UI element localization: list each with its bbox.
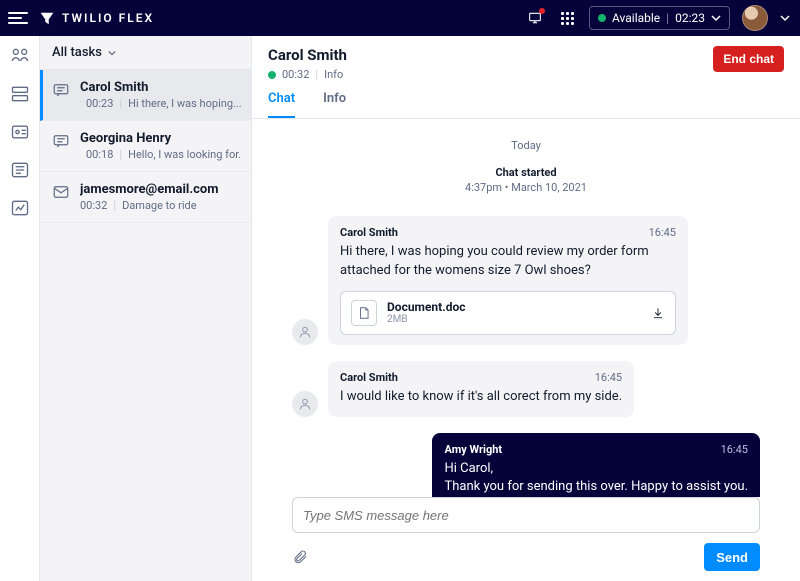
task-item[interactable]: Georgina Henry 00:18 | Hello, I was look… bbox=[40, 121, 251, 172]
chat-icon bbox=[52, 81, 70, 99]
conversation-title: Carol Smith bbox=[268, 46, 347, 64]
left-rail bbox=[0, 36, 40, 581]
task-name: jamesmore@email.com bbox=[80, 182, 218, 197]
sender-avatar-icon bbox=[292, 391, 318, 417]
file-icon bbox=[351, 300, 377, 326]
task-item[interactable]: jamesmore@email.com 00:32 | Damage to ri… bbox=[40, 172, 251, 223]
tab-info[interactable]: Info bbox=[323, 91, 346, 118]
message-text: Hi there, I was hoping you could review … bbox=[340, 243, 676, 281]
attachment[interactable]: Document.doc 2MB bbox=[340, 291, 676, 335]
menu-icon[interactable] bbox=[8, 8, 28, 28]
chat-started-time: 4:37pm • March 10, 2021 bbox=[292, 181, 760, 194]
chat-icon bbox=[52, 132, 70, 150]
task-preview: Damage to ride bbox=[122, 199, 197, 212]
conversation-panel: Carol Smith 00:32 | Info End chat Chat I… bbox=[252, 36, 800, 581]
chevron-down-icon bbox=[108, 49, 116, 57]
message-text: Hi Carol, Thank you for sending this ove… bbox=[444, 460, 748, 497]
user-menu-chevron-icon[interactable] bbox=[780, 13, 790, 23]
availability-status[interactable]: Available | 02:23 bbox=[589, 6, 730, 30]
brand-logo: TWILIO FLEX bbox=[40, 11, 154, 25]
download-icon[interactable] bbox=[651, 306, 665, 320]
monitor-icon[interactable] bbox=[525, 8, 545, 28]
status-divider: | bbox=[666, 11, 669, 25]
conversation-info-label: Info bbox=[324, 68, 343, 81]
task-list: All tasks Carol Smith 00:23 | Hi there, … bbox=[40, 36, 252, 581]
chat-started-title: Chat started bbox=[292, 166, 760, 179]
message-rx: Carol Smith 16:45 Hi there, I was hoping … bbox=[292, 216, 760, 345]
composer: Send bbox=[252, 497, 800, 581]
message-rx: Carol Smith 16:45 I would like to know if… bbox=[292, 361, 760, 417]
send-button[interactable]: Send bbox=[704, 543, 760, 571]
message-tx: Amy Wright 16:45 Hi Carol, Thank you for … bbox=[292, 433, 760, 497]
notification-dot bbox=[539, 8, 545, 14]
message-list[interactable]: Today Chat started 4:37pm • March 10, 20… bbox=[252, 119, 800, 497]
chevron-down-icon bbox=[711, 13, 721, 23]
message-sender: Amy Wright bbox=[444, 443, 502, 456]
task-preview: Hi there, I was hoping... bbox=[128, 97, 241, 110]
task-time: 00:32 bbox=[80, 199, 107, 212]
status-dot-icon bbox=[598, 14, 606, 22]
conversation-time: 00:32 bbox=[282, 68, 309, 81]
message-time: 16:45 bbox=[649, 226, 676, 239]
task-preview: Hello, I was looking for... bbox=[128, 148, 241, 161]
task-name: Georgina Henry bbox=[80, 131, 241, 146]
attachment-name: Document.doc bbox=[387, 300, 465, 314]
attachment-size: 2MB bbox=[387, 314, 465, 325]
status-time: 02:23 bbox=[675, 11, 705, 25]
message-sender: Carol Smith bbox=[340, 371, 398, 384]
rail-teams-icon[interactable] bbox=[10, 122, 30, 142]
message-time: 16:45 bbox=[595, 371, 622, 384]
user-avatar[interactable] bbox=[742, 5, 768, 31]
task-item[interactable]: Carol Smith 00:23 | Hi there, I was hopi… bbox=[40, 70, 251, 121]
rail-queues-icon[interactable] bbox=[10, 84, 30, 104]
task-name: Carol Smith bbox=[80, 80, 241, 95]
rail-agent-icon[interactable] bbox=[10, 46, 30, 66]
email-icon bbox=[52, 183, 70, 201]
task-time: 00:23 bbox=[86, 97, 113, 110]
message-time: 16:45 bbox=[721, 443, 748, 456]
sender-avatar-icon bbox=[292, 319, 318, 345]
day-divider: Today bbox=[292, 139, 760, 152]
message-input[interactable] bbox=[292, 497, 760, 533]
task-time: 00:18 bbox=[86, 148, 113, 161]
attach-icon[interactable] bbox=[292, 549, 308, 565]
message-text: I would like to know if it's all corect … bbox=[340, 388, 622, 407]
task-filter[interactable]: All tasks bbox=[40, 36, 251, 70]
tab-chat[interactable]: Chat bbox=[268, 91, 295, 118]
status-label: Available bbox=[612, 11, 660, 25]
task-filter-label: All tasks bbox=[52, 45, 102, 60]
rail-settings-icon[interactable] bbox=[10, 160, 30, 180]
presence-dot-icon bbox=[268, 71, 276, 79]
message-sender: Carol Smith bbox=[340, 226, 398, 239]
brand-text: TWILIO FLEX bbox=[62, 11, 154, 25]
apps-icon[interactable] bbox=[557, 8, 577, 28]
rail-analytics-icon[interactable] bbox=[10, 198, 30, 218]
end-chat-button[interactable]: End chat bbox=[713, 46, 784, 72]
